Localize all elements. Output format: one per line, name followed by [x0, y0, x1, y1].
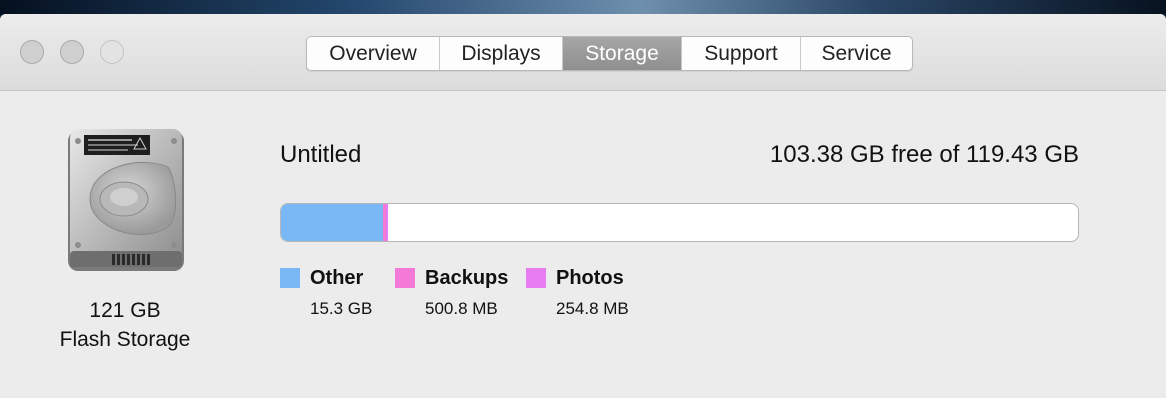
tab-bar: Overview Displays Storage Support Servic… — [306, 36, 913, 71]
close-button[interactable] — [20, 40, 44, 64]
usage-segment-other — [281, 204, 384, 241]
legend-size-backups: 500.8 MB — [425, 299, 498, 318]
storage-usage-bar — [280, 203, 1079, 242]
disk-type: Flash Storage — [59, 328, 191, 351]
tab-displays[interactable]: Displays — [440, 37, 563, 70]
tab-overview[interactable]: Overview — [307, 37, 440, 70]
hard-drive-icon — [68, 129, 184, 271]
legend-label-backups: Backups — [425, 267, 509, 289]
tab-service[interactable]: Service — [801, 37, 912, 70]
legend-swatch-other — [280, 268, 300, 288]
legend-swatch-backups — [395, 268, 415, 288]
tab-storage[interactable]: Storage — [563, 37, 682, 70]
tab-support[interactable]: Support — [682, 37, 801, 70]
desktop-background — [0, 0, 1166, 14]
usage-segment-photos — [386, 204, 389, 241]
legend-label-photos: Photos — [556, 267, 624, 289]
minimize-button[interactable] — [60, 40, 84, 64]
title-bar: Overview Displays Storage Support Servic… — [0, 14, 1166, 91]
zoom-button[interactable] — [100, 40, 124, 64]
legend-size-other: 15.3 GB — [310, 299, 373, 318]
volume-free-space: 103.38 GB free of 119.43 GB — [769, 141, 1079, 168]
storage-panel: 121 GB Flash Storage Untitled 103.38 GB … — [0, 91, 1166, 398]
legend-label-other: Other — [310, 267, 364, 289]
disk-capacity: 121 GB — [89, 299, 161, 322]
legend-swatch-photos — [526, 268, 546, 288]
about-this-mac-window: Overview Displays Storage Support Servic… — [0, 14, 1166, 398]
volume-name: Untitled — [280, 141, 362, 168]
legend-size-photos: 254.8 MB — [556, 299, 629, 318]
